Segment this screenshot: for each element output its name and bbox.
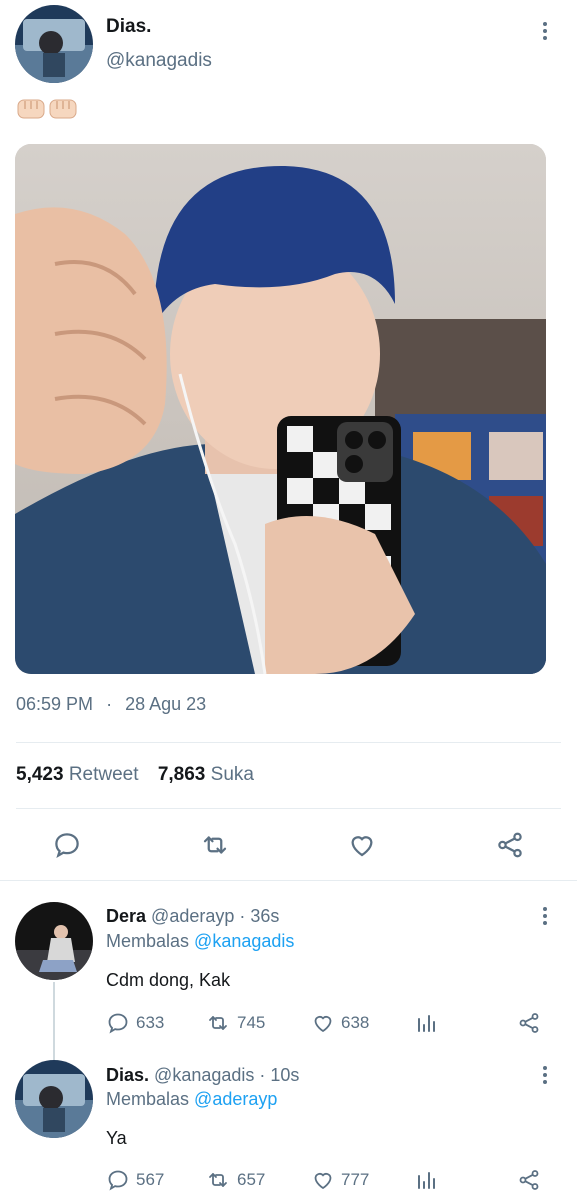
tweet-text — [16, 96, 78, 122]
retweets-label: Retweet — [68, 764, 139, 785]
fist-emoji-icon — [17, 99, 45, 119]
reply-like-button[interactable]: 777 — [311, 1168, 369, 1192]
reply-more-options-button[interactable] — [535, 1063, 555, 1087]
likes-label: Suka — [210, 764, 254, 785]
retweet-count: 745 — [237, 1013, 266, 1032]
reply-button[interactable] — [51, 829, 83, 861]
reply-author-name: Dera — [106, 906, 147, 926]
author-avatar[interactable] — [15, 5, 93, 83]
replying-to: Membalas @kanagadis — [106, 931, 294, 952]
reply-reply-button[interactable]: 633 — [106, 1011, 164, 1035]
tweet-photo[interactable] — [15, 144, 546, 674]
retweet-button[interactable] — [199, 829, 231, 861]
reply-retweet-button[interactable]: 657 — [205, 1168, 265, 1192]
divider — [0, 880, 577, 881]
reply-author-name: Dias. — [106, 1065, 150, 1085]
reply-analytics-button[interactable] — [414, 1011, 438, 1035]
reply-text: Cdm dong, Kak — [106, 970, 231, 990]
reply-text: Ya — [106, 1128, 127, 1148]
likes-stat[interactable]: 7,863 Suka — [158, 764, 254, 785]
analytics-icon — [418, 1015, 435, 1032]
more-vertical-icon — [543, 907, 547, 911]
tweet-time: 06:59 PM — [16, 694, 94, 714]
replying-to: Membalas @aderayp — [106, 1089, 277, 1110]
reply-like-button[interactable]: 638 — [311, 1011, 369, 1035]
reply-handle-time: @aderayp · 36s — [151, 906, 280, 926]
retweet-icon — [203, 836, 227, 854]
reply-reply-button[interactable]: 567 — [106, 1168, 164, 1192]
retweets-count: 5,423 — [16, 764, 64, 785]
like-button[interactable] — [346, 829, 378, 861]
fist-emoji-icon — [49, 99, 77, 119]
reply-count: 567 — [136, 1170, 165, 1189]
like-count: 638 — [341, 1013, 370, 1032]
tweet-date: 28 Agu 23 — [125, 694, 207, 714]
more-vertical-icon — [543, 1066, 547, 1070]
replying-to-link[interactable]: @aderayp — [194, 1089, 277, 1109]
heart-icon — [351, 836, 373, 857]
tweet-timestamp[interactable]: 06:59 PM · 28 Agu 23 — [16, 694, 206, 715]
divider — [16, 742, 561, 743]
reply-handle-time: @kanagadis · 10s — [154, 1065, 300, 1085]
reply-author[interactable]: Dias. @kanagadis · 10s — [106, 1065, 299, 1086]
replying-prefix: Membalas — [106, 931, 190, 951]
share-icon — [519, 1170, 539, 1190]
comment-icon — [55, 833, 79, 859]
like-count: 777 — [341, 1170, 370, 1189]
heart-icon — [314, 1015, 332, 1033]
author-name[interactable]: Dias. — [106, 16, 151, 38]
comment-icon — [108, 1013, 128, 1034]
meta-separator: · — [106, 694, 113, 714]
author-handle[interactable]: @kanagadis — [106, 50, 212, 72]
reply-count: 633 — [136, 1013, 165, 1032]
retweet-icon — [209, 1173, 227, 1187]
reply-author[interactable]: Dera @aderayp · 36s — [106, 906, 279, 927]
tweet-stats: 5,423 Retweet 7,863 Suka — [16, 764, 254, 786]
comment-icon — [108, 1170, 128, 1191]
reply-avatar[interactable] — [15, 902, 93, 980]
analytics-icon — [418, 1172, 435, 1189]
retweet-icon — [209, 1016, 227, 1030]
retweet-count: 657 — [237, 1170, 266, 1189]
likes-count: 7,863 — [157, 764, 206, 785]
reply-retweet-button[interactable]: 745 — [205, 1011, 265, 1035]
thread-connector — [53, 982, 55, 1060]
reply-share-button[interactable] — [517, 1168, 541, 1192]
divider — [16, 808, 561, 809]
replying-prefix: Membalas — [106, 1089, 190, 1109]
reply-more-options-button[interactable] — [535, 904, 555, 928]
more-options-button[interactable] — [535, 19, 555, 43]
heart-icon — [314, 1172, 332, 1190]
reply-share-button[interactable] — [517, 1011, 541, 1035]
more-vertical-icon — [543, 22, 547, 26]
replying-to-link[interactable]: @kanagadis — [194, 931, 294, 951]
reply-analytics-button[interactable] — [414, 1168, 438, 1192]
reply-avatar[interactable] — [15, 1060, 93, 1138]
retweets-stat[interactable]: 5,423 Retweet — [16, 764, 139, 785]
share-button[interactable] — [494, 829, 526, 861]
share-icon — [498, 832, 522, 858]
share-icon — [519, 1013, 539, 1033]
